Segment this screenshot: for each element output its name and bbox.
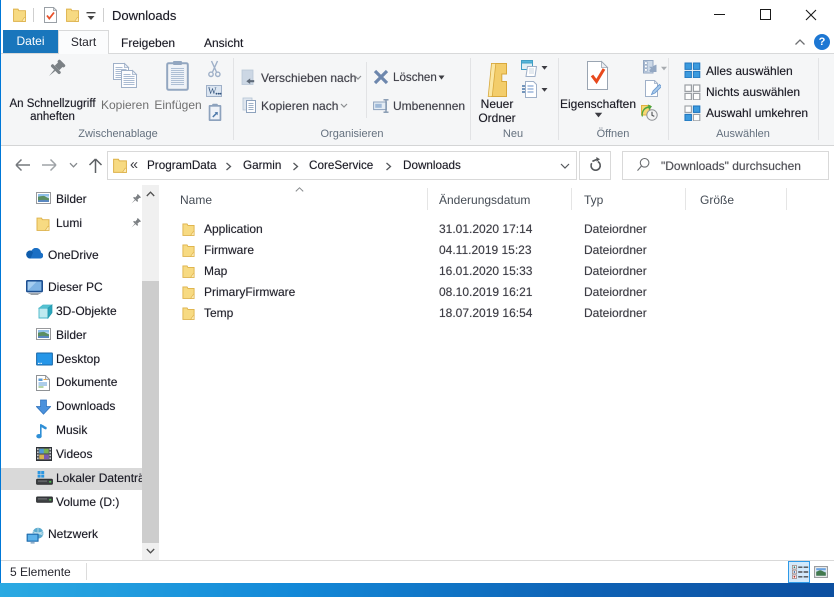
- svg-text:W: W: [208, 86, 217, 96]
